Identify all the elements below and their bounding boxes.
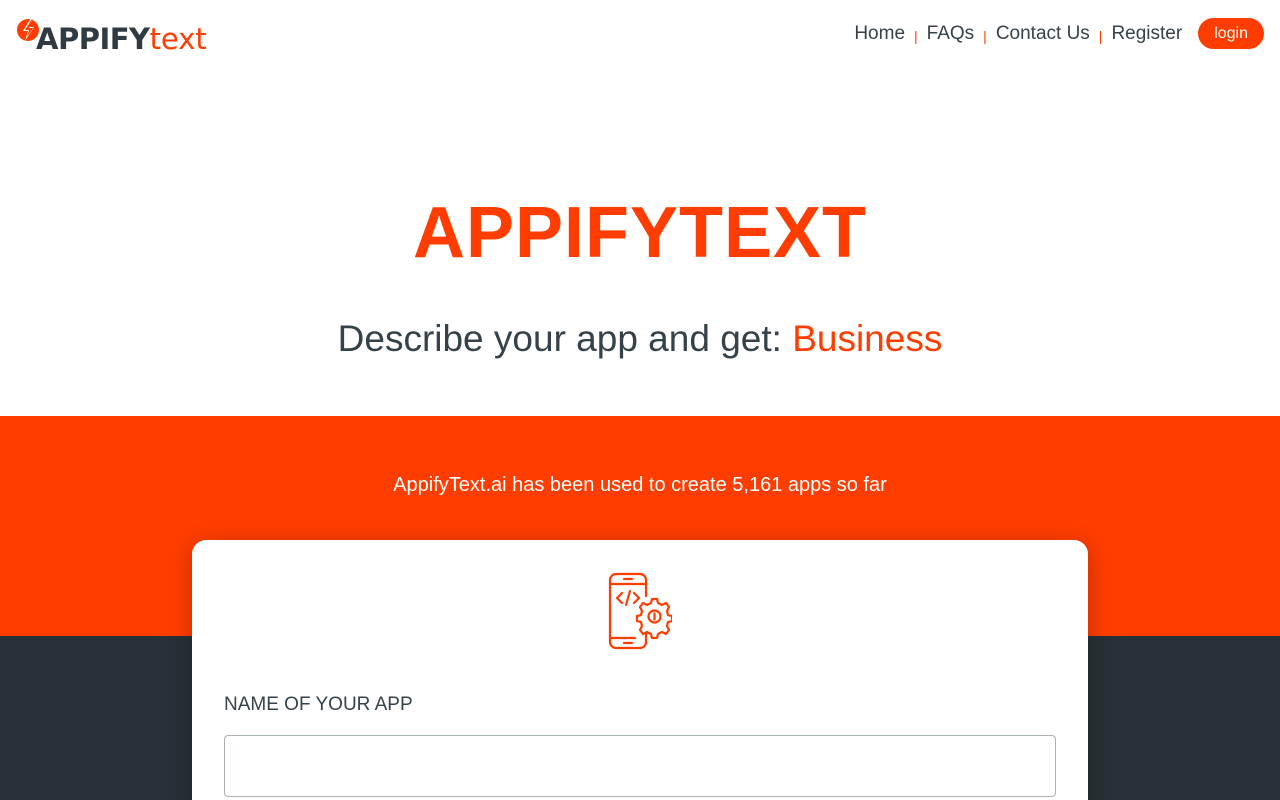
app-form-card: NAME OF YOUR APP xyxy=(192,540,1088,800)
logo-wordmark: APPIFYtext xyxy=(36,24,207,59)
nav-contact-us[interactable]: Contact Us xyxy=(996,23,1090,45)
hero-subtitle-prefix: Describe your app and get: xyxy=(337,318,782,359)
hero-subtitle-highlight: Business xyxy=(792,318,943,359)
app-name-input[interactable] xyxy=(224,735,1056,797)
hero-title: APPIFYTEXT xyxy=(412,193,868,273)
nav-faqs[interactable]: FAQs xyxy=(927,23,975,45)
hero-subtitle: Describe your app and get: Business xyxy=(0,318,1280,360)
app-name-label: NAME OF YOUR APP xyxy=(224,694,413,715)
nav-separator: | xyxy=(914,27,918,44)
site-header: APPIFYtext Home | FAQs | Contact Us | Re… xyxy=(0,0,1280,70)
logo-text-bold: APPIFY xyxy=(36,22,150,56)
nav-home[interactable]: Home xyxy=(854,23,905,45)
main-nav: Home | FAQs | Contact Us | Register logi… xyxy=(854,18,1264,49)
nav-separator: | xyxy=(983,27,987,44)
nav-register[interactable]: Register xyxy=(1111,23,1182,45)
login-button[interactable]: login xyxy=(1198,18,1264,49)
page: APPIFYtext Home | FAQs | Contact Us | Re… xyxy=(0,0,1280,800)
logo-text-light: text xyxy=(149,22,207,56)
apps-created-stat: AppifyText.ai has been used to create 5,… xyxy=(393,474,887,496)
mobile-code-gear-icon xyxy=(608,572,672,650)
nav-separator: | xyxy=(1098,27,1103,44)
